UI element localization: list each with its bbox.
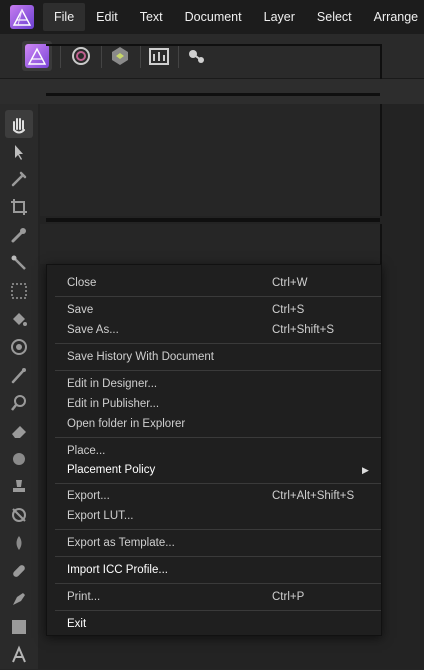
red-eye-icon[interactable] bbox=[9, 505, 29, 525]
menu-separator bbox=[55, 370, 381, 371]
menu-item-placement-policy[interactable]: Placement Policy ▶ bbox=[47, 460, 381, 480]
blur-icon[interactable] bbox=[9, 449, 29, 469]
menu-item-label: Export as Template... bbox=[67, 537, 175, 549]
context-strip bbox=[0, 79, 424, 104]
menu-item-label: Export... bbox=[67, 490, 110, 502]
color-picker-icon[interactable] bbox=[9, 169, 29, 189]
dodge-icon[interactable] bbox=[9, 393, 29, 413]
clone-icon[interactable] bbox=[9, 477, 29, 497]
menu-separator bbox=[55, 343, 381, 344]
toolbar-separator bbox=[60, 44, 61, 68]
marquee-icon[interactable] bbox=[9, 281, 29, 301]
menu-document[interactable]: Document bbox=[174, 3, 253, 31]
flood-select-icon[interactable] bbox=[9, 253, 29, 273]
menu-arrange[interactable]: Arrange bbox=[363, 3, 424, 31]
menu-item-label: Save bbox=[67, 304, 94, 316]
menu-separator bbox=[55, 610, 381, 611]
text-icon[interactable] bbox=[9, 645, 29, 665]
selection-brush-icon[interactable] bbox=[9, 225, 29, 245]
menu-item-print[interactable]: Print... Ctrl+P bbox=[47, 587, 381, 607]
menu-item-label: Exit bbox=[67, 618, 87, 630]
menu-item-label: Export LUT... bbox=[67, 510, 134, 522]
export-persona-icon[interactable] bbox=[185, 44, 209, 68]
menu-item-label: Edit in Publisher... bbox=[67, 398, 160, 410]
healing-icon[interactable] bbox=[9, 561, 29, 581]
menu-item-label: Place... bbox=[67, 445, 106, 457]
panel-edge bbox=[46, 218, 380, 222]
menu-separator bbox=[55, 296, 381, 297]
menu-item-label: Save As... bbox=[67, 324, 119, 336]
liquify-icon[interactable] bbox=[9, 533, 29, 553]
menu-item-open-folder[interactable]: Open folder in Explorer bbox=[47, 414, 381, 434]
panel-edge bbox=[46, 93, 380, 96]
menu-item-label: Print... bbox=[67, 591, 101, 603]
menu-item-label: Placement Policy bbox=[67, 464, 156, 476]
menu-separator bbox=[55, 529, 381, 530]
menu-item-exit[interactable]: Exit bbox=[47, 614, 381, 634]
menu-separator bbox=[55, 583, 381, 584]
menu-item-shortcut: Ctrl+Shift+S bbox=[272, 324, 334, 336]
affinity-photo-logo-icon[interactable] bbox=[9, 4, 35, 30]
menu-item-shortcut: Ctrl+P bbox=[272, 591, 305, 603]
menu-item-label: Edit in Designer... bbox=[67, 378, 158, 390]
gradient-icon[interactable] bbox=[9, 337, 29, 357]
file-menu-dropdown: Close Ctrl+W Save Ctrl+S Save As... Ctrl… bbox=[46, 264, 382, 636]
toolbar-separator bbox=[178, 44, 179, 68]
liquify-persona-icon[interactable] bbox=[69, 44, 93, 68]
dock-panel bbox=[40, 224, 382, 264]
menu-item-label: Close bbox=[67, 277, 97, 289]
flood-fill-icon[interactable] bbox=[9, 309, 29, 329]
menu-item-export-lut[interactable]: Export LUT... bbox=[47, 506, 381, 526]
menu-item-place[interactable]: Place... bbox=[47, 441, 381, 461]
erase-icon[interactable] bbox=[9, 421, 29, 441]
menu-item-label: Save History With Document bbox=[67, 351, 214, 363]
menu-file[interactable]: File bbox=[43, 3, 86, 31]
paint-brush-icon[interactable] bbox=[9, 365, 29, 385]
menu-item-close[interactable]: Close Ctrl+W bbox=[47, 273, 381, 293]
menu-separator bbox=[55, 483, 381, 484]
view-tool-hand-icon[interactable] bbox=[5, 110, 33, 138]
menu-text[interactable]: Text bbox=[129, 3, 174, 31]
menu-item-save-history[interactable]: Save History With Document bbox=[47, 347, 381, 367]
menu-item-shortcut: Ctrl+W bbox=[272, 277, 308, 289]
develop-persona-icon[interactable] bbox=[108, 44, 132, 68]
menu-edit[interactable]: Edit bbox=[85, 3, 129, 31]
menu-item-save[interactable]: Save Ctrl+S bbox=[47, 300, 381, 320]
shape-icon[interactable] bbox=[9, 617, 29, 637]
menu-separator bbox=[55, 437, 381, 438]
panel-edge bbox=[46, 44, 380, 46]
menu-separator bbox=[55, 556, 381, 557]
persona-toolbar bbox=[0, 34, 424, 79]
menu-layer[interactable]: Layer bbox=[253, 3, 306, 31]
crop-icon[interactable] bbox=[9, 197, 29, 217]
move-tool-icon[interactable] bbox=[9, 142, 29, 162]
menu-item-export[interactable]: Export... Ctrl+Alt+Shift+S bbox=[47, 486, 381, 506]
toolbar-separator bbox=[140, 44, 141, 68]
toolbar-separator bbox=[101, 44, 102, 68]
menu-item-label: Open folder in Explorer bbox=[67, 418, 186, 430]
tools-panel bbox=[0, 104, 38, 669]
dock-panel bbox=[40, 104, 382, 216]
tone-mapping-persona-icon[interactable] bbox=[147, 44, 171, 68]
menu-bar: File Edit Text Document Layer Select Arr… bbox=[0, 0, 424, 34]
menu-item-label: Import ICC Profile... bbox=[67, 564, 168, 576]
menu-item-save-as[interactable]: Save As... Ctrl+Shift+S bbox=[47, 320, 381, 340]
menu-item-shortcut: Ctrl+S bbox=[272, 304, 305, 316]
menu-item-edit-in-publisher[interactable]: Edit in Publisher... bbox=[47, 394, 381, 414]
pen-icon[interactable] bbox=[9, 589, 29, 609]
menu-item-edit-in-designer[interactable]: Edit in Designer... bbox=[47, 374, 381, 394]
menu-item-export-template[interactable]: Export as Template... bbox=[47, 533, 381, 553]
menu-item-shortcut: Ctrl+Alt+Shift+S bbox=[272, 490, 355, 502]
menu-select[interactable]: Select bbox=[306, 3, 363, 31]
menu-item-import-icc[interactable]: Import ICC Profile... bbox=[47, 560, 381, 580]
submenu-arrow-icon: ▶ bbox=[362, 465, 369, 475]
